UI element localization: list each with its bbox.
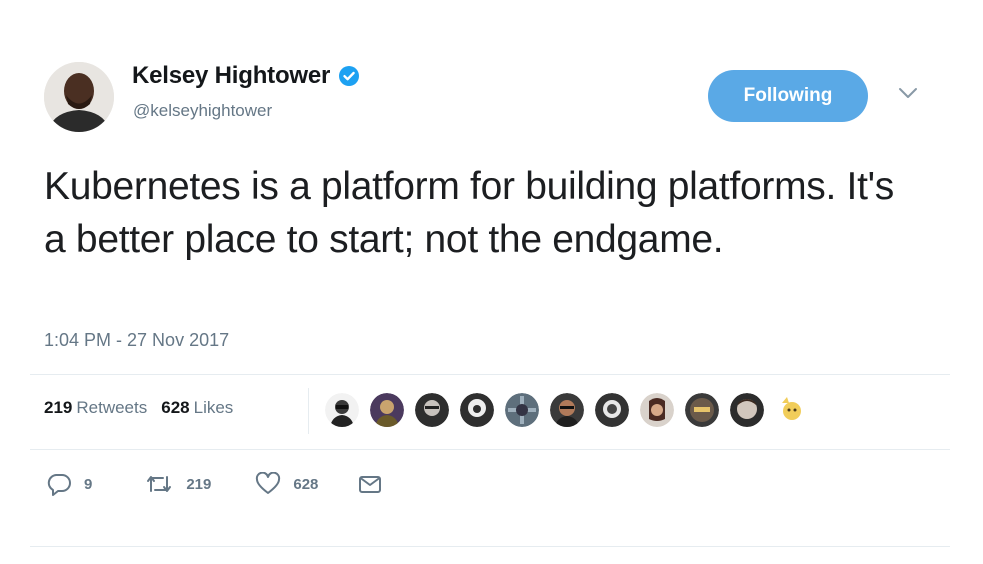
liker-avatar[interactable]: [730, 393, 764, 427]
liker-avatar[interactable]: [505, 393, 539, 427]
retweet-icon: [144, 473, 174, 495]
action-bar: 9 219 628: [46, 472, 382, 496]
author-handle[interactable]: @kelseyhightower: [133, 101, 272, 121]
tweet-timestamp[interactable]: 1:04 PM - 27 Nov 2017: [44, 330, 229, 351]
retweet-count: 219: [186, 475, 212, 493]
like-button[interactable]: 628: [255, 472, 318, 496]
liker-avatar[interactable]: [550, 393, 584, 427]
verified-badge-icon: [338, 65, 360, 87]
liker-avatar[interactable]: [370, 393, 404, 427]
author-name[interactable]: Kelsey Hightower: [132, 62, 330, 90]
direct-message-button[interactable]: [358, 474, 382, 494]
reply-count: 9: [84, 475, 93, 493]
divider: [30, 449, 950, 450]
liker-avatar[interactable]: [415, 393, 449, 427]
reply-icon: [46, 472, 72, 496]
divider: [30, 374, 950, 375]
liker-avatar[interactable]: [640, 393, 674, 427]
following-button[interactable]: Following: [708, 70, 868, 122]
liker-avatar[interactable]: [595, 393, 629, 427]
stats-divider: [308, 388, 309, 434]
liker-avatars: [325, 393, 820, 427]
liker-avatar[interactable]: [325, 393, 359, 427]
liker-avatar[interactable]: [685, 393, 719, 427]
like-count: 628: [293, 475, 319, 493]
tweet-text: Kubernetes is a platform for building pl…: [44, 165, 894, 261]
tweet-stats: 219 Retweets 628 Likes: [44, 398, 233, 418]
likes-stat[interactable]: 628 Likes: [161, 398, 233, 418]
author-name-row[interactable]: Kelsey Hightower: [132, 62, 360, 90]
author-avatar[interactable]: [44, 62, 114, 132]
like-icon: [255, 472, 281, 496]
retweets-stat[interactable]: 219 Retweets: [44, 398, 147, 418]
chevron-down-icon[interactable]: [897, 86, 919, 100]
divider: [30, 546, 950, 547]
reply-button[interactable]: 9: [46, 472, 92, 496]
liker-avatar[interactable]: [460, 393, 494, 427]
retweet-button[interactable]: 219: [144, 473, 211, 495]
message-icon: [358, 474, 382, 494]
liker-avatar[interactable]: [775, 393, 809, 427]
